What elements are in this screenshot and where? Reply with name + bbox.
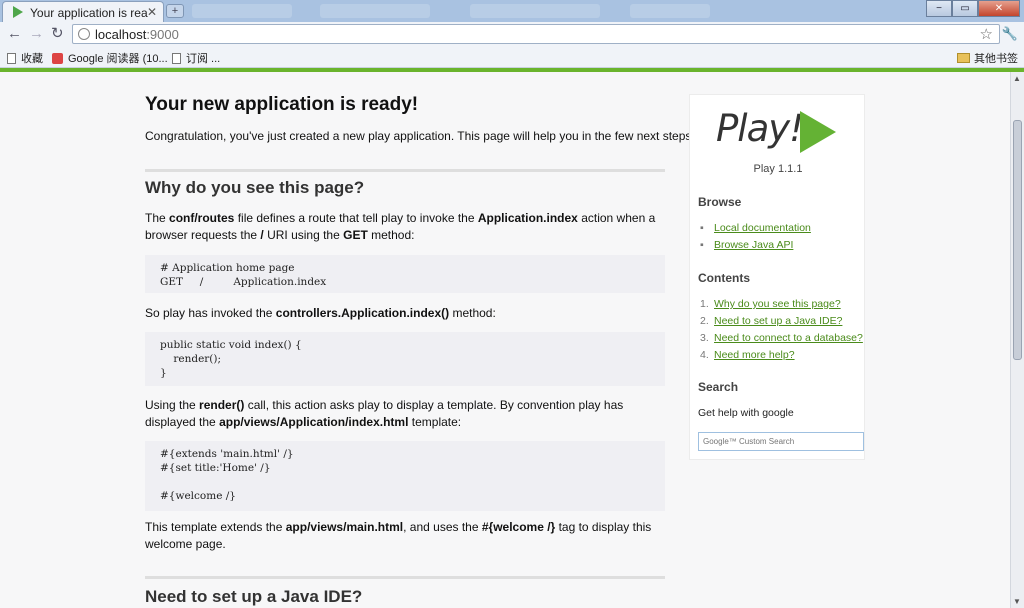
new-tab-button[interactable]: + — [166, 4, 184, 18]
url-text[interactable]: localhost:9000 — [95, 27, 179, 42]
section-heading: Need to set up a Java IDE? — [145, 587, 363, 606]
reload-icon[interactable]: ↻ — [51, 25, 64, 43]
sidebar: Play! Play 1.1.1 Browse ▪ Local documenta… — [689, 94, 865, 460]
maximize-button[interactable]: ▭ — [952, 0, 978, 17]
window-controls: − ▭ ✕ — [926, 0, 1020, 18]
google-search-box[interactable] — [698, 432, 864, 451]
page-icon — [172, 52, 181, 64]
search-input[interactable] — [699, 433, 863, 450]
contents-item[interactable]: 3. Need to connect to a database? — [700, 332, 863, 344]
browser-toolbar: ← → ↻ localhost:9000 ☆ 🔧 — [0, 22, 1024, 46]
minimize-button[interactable]: − — [926, 0, 952, 17]
tab-title: Your application is rea... — [30, 6, 148, 20]
page-icon — [7, 52, 16, 64]
browse-heading: Browse — [698, 195, 742, 209]
wrench-icon[interactable]: 🔧 — [1002, 26, 1018, 42]
browse-link-docs[interactable]: ▪ Local documentation — [700, 222, 811, 234]
code-block-routes: # Application home page GET / Applicatio… — [145, 255, 665, 293]
bookmarks-bar: 收藏 Google 阅读器 (10... 订阅 ... 其他书签 — [0, 46, 1024, 68]
forward-arrow-icon[interactable]: → — [29, 25, 44, 43]
code-block-controller: public static void index() { render(); } — [145, 332, 665, 386]
paragraph-template: This template extends the app/views/main… — [145, 520, 652, 551]
search-help-text: Get help with google — [698, 407, 794, 419]
bookmark-item[interactable]: 订阅 ... — [172, 50, 220, 66]
close-window-button[interactable]: ✕ — [978, 0, 1020, 17]
paragraph-routes: The conf/routes file defines a route tha… — [145, 211, 656, 242]
scroll-down-arrow-icon[interactable]: ▼ — [1013, 597, 1021, 606]
tab-background[interactable] — [630, 4, 710, 18]
bookmark-item[interactable]: 收藏 — [7, 50, 43, 66]
bookmark-star-icon[interactable]: ☆ — [980, 25, 993, 43]
globe-icon — [78, 28, 90, 40]
play-logo-text: Play! — [716, 107, 804, 150]
code-block-template: #{extends 'main.html' /} #{set title:'Ho… — [145, 441, 665, 511]
scroll-up-arrow-icon[interactable]: ▲ — [1013, 74, 1021, 83]
section-divider — [145, 576, 665, 579]
tab-background[interactable] — [192, 4, 292, 18]
close-tab-icon[interactable]: ✕ — [147, 5, 157, 19]
intro-text: Congratulation, you've just created a ne… — [145, 129, 695, 143]
page-viewport[interactable]: Your new application is ready! Congratul… — [0, 72, 1010, 608]
tab-background[interactable] — [320, 4, 430, 18]
play-favicon-icon — [13, 6, 23, 18]
tab-background[interactable] — [470, 4, 600, 18]
vertical-scrollbar[interactable]: ▲ ▼ — [1010, 72, 1024, 608]
address-bar[interactable]: localhost:9000 ☆ — [72, 24, 1000, 44]
paragraph-controller: So play has invoked the controllers.Appl… — [145, 306, 496, 320]
contents-heading: Contents — [698, 271, 750, 285]
folder-icon — [957, 53, 970, 63]
browser-tab-strip: Your application is rea... ✕ + − ▭ ✕ — [0, 0, 1024, 22]
contents-item[interactable]: 4. Need more help? — [700, 349, 795, 361]
play-triangle-icon — [800, 111, 836, 153]
bookmark-item[interactable]: Google 阅读器 (10... — [52, 50, 168, 66]
tab-active[interactable]: Your application is rea... ✕ — [2, 1, 164, 22]
google-reader-icon — [52, 52, 63, 64]
paragraph-render: Using the render() call, this action ask… — [145, 398, 624, 429]
scroll-thumb[interactable] — [1013, 120, 1022, 360]
contents-item[interactable]: 1. Why do you see this page? — [700, 298, 841, 310]
bullet-icon: ▪ — [700, 222, 704, 234]
page-title: Your new application is ready! — [145, 94, 419, 115]
other-bookmarks[interactable]: 其他书签 — [957, 50, 1018, 66]
section-heading: Why do you see this page? — [145, 178, 365, 197]
play-logo: Play! — [716, 107, 836, 153]
back-arrow-icon[interactable]: ← — [7, 25, 22, 43]
browse-link-api[interactable]: ▪ Browse Java API — [700, 239, 793, 251]
contents-item[interactable]: 2. Need to set up a Java IDE? — [700, 315, 842, 327]
version-label: Play 1.1.1 — [753, 163, 803, 175]
search-heading: Search — [698, 380, 739, 394]
bullet-icon: ▪ — [700, 239, 704, 251]
section-divider — [145, 169, 665, 172]
